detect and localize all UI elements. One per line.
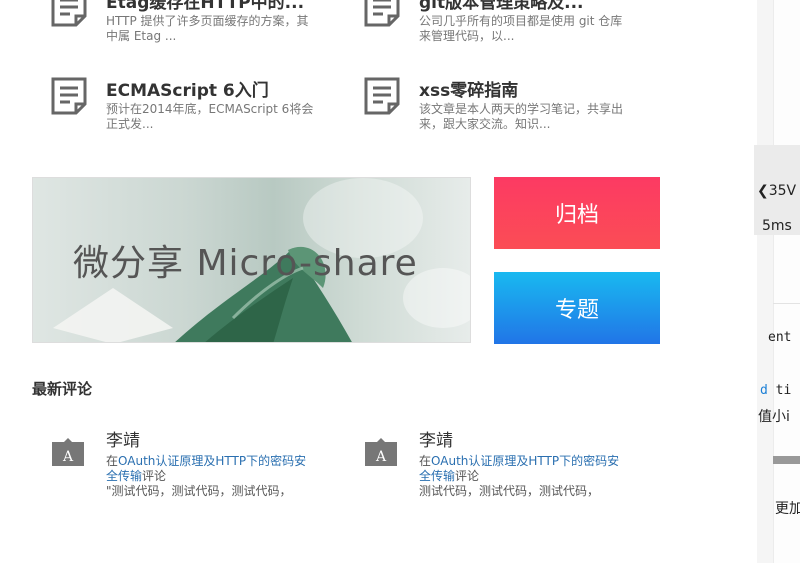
side-value: 35V — [768, 183, 797, 199]
comment-body: 在OAuth认证原理及HTTP下的密码安全传输评论 "测试代码，测试代码，测试代… — [106, 454, 316, 499]
side-scrollbar[interactable] — [773, 456, 800, 464]
chevron-left-icon[interactable]: ❮ — [757, 183, 769, 199]
document-icon — [364, 0, 400, 27]
article-item[interactable]: ECMAScript 6入门 预计在2014年底，ECMAScript 6将会正… — [50, 76, 320, 136]
avatar-icon: A — [365, 438, 397, 466]
article-desc: 预计在2014年底，ECMAScript 6将会正式发... — [106, 102, 314, 131]
article-title[interactable]: xss零碎指南 — [419, 76, 518, 101]
article-title[interactable]: ECMAScript 6入门 — [106, 76, 269, 101]
article-item[interactable]: xss零碎指南 该文章是本人两天的学习笔记，共享出来，跟大家交流。知识... — [363, 76, 633, 136]
article-item[interactable]: git版本管理策略及... 公司几乎所有的项目都是使用 git 仓库来管理代码，… — [363, 0, 633, 48]
side-ms-text: 5ms — [762, 218, 792, 234]
side-text-line: 更加 — [775, 501, 800, 517]
divider — [773, 303, 800, 304]
comment-quote: 测试代码，测试代码，测试代码， — [419, 484, 600, 498]
comment-prefix: 在 — [419, 454, 432, 468]
svg-text:A: A — [375, 449, 387, 465]
side-code-rest: ti — [767, 383, 792, 398]
comment-item: A 李靖 在OAuth认证原理及HTTP下的密码安全传输评论 测试代码，测试代码… — [363, 426, 633, 506]
article-desc: 该文章是本人两天的学习笔记，共享出来，跟大家交流。知识... — [419, 102, 624, 131]
article-title[interactable]: git版本管理策略及... — [419, 0, 584, 13]
document-icon — [51, 77, 87, 115]
comment-author[interactable]: 李靖 — [419, 426, 453, 451]
article-desc: HTTP 提供了许多页面缓存的方案，其中属 Etag ... — [106, 14, 309, 43]
archive-button[interactable]: 归档 — [494, 177, 660, 249]
side-collapse-toggle[interactable]: ❮35V — [757, 183, 800, 199]
comment-article-link[interactable]: OAuth认证原理及HTTP下的密码安全传输 — [106, 454, 306, 483]
comment-body: 在OAuth认证原理及HTTP下的密码安全传输评论 测试代码，测试代码，测试代码… — [419, 454, 629, 499]
document-icon — [51, 0, 87, 27]
comment-author[interactable]: 李靖 — [106, 426, 140, 451]
side-panel-gutter — [757, 0, 773, 563]
comment-suffix: 评论 — [142, 469, 167, 483]
side-panel — [773, 0, 800, 563]
side-code-line: ent — [768, 330, 792, 345]
comment-prefix: 在 — [106, 454, 119, 468]
article-item[interactable]: Etag缓存在HTTP中的... HTTP 提供了许多页面缓存的方案，其中属 E… — [50, 0, 320, 48]
svg-text:A: A — [62, 449, 74, 465]
comment-suffix: 评论 — [455, 469, 480, 483]
comment-item: A 李靖 在OAuth认证原理及HTTP下的密码安全传输评论 "测试代码，测试代… — [50, 426, 320, 506]
comment-article-link[interactable]: OAuth认证原理及HTTP下的密码安全传输 — [419, 454, 619, 483]
latest-comments-title: 最新评论 — [32, 380, 93, 398]
article-desc: 公司几乎所有的项目都是使用 git 仓库来管理代码，以... — [419, 14, 623, 43]
document-icon — [364, 77, 400, 115]
micro-share-banner[interactable]: 微分享 Micro-share — [32, 177, 471, 343]
topic-button[interactable]: 专题 — [494, 272, 660, 344]
banner-text: 微分享 Micro-share — [73, 243, 418, 284]
avatar-icon: A — [52, 438, 84, 466]
side-code-keyword: d — [760, 383, 768, 398]
side-code-line: d ti — [760, 383, 800, 398]
side-text-line: 值小i — [758, 409, 790, 425]
comment-quote: "测试代码，测试代码，测试代码， — [106, 484, 292, 498]
article-title[interactable]: Etag缓存在HTTP中的... — [106, 0, 304, 13]
